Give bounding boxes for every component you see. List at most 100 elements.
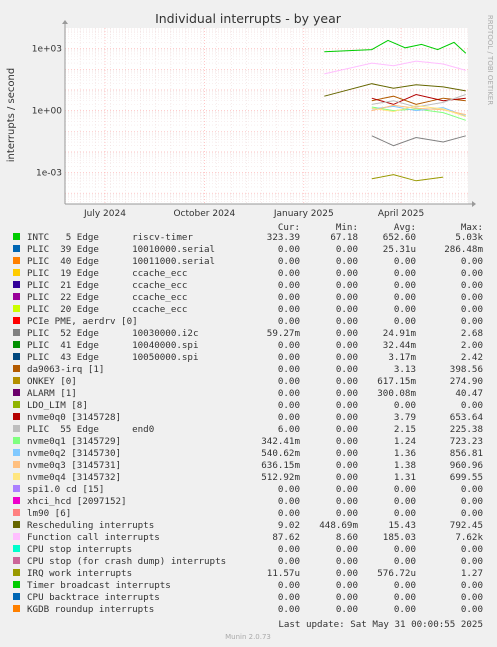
legend-swatch (13, 413, 20, 420)
x-tick-label: April 2025 (378, 209, 424, 219)
legend-value-max: 0.00 (461, 400, 483, 411)
legend-value-max: 7.62k (455, 532, 483, 543)
legend-value-min: 0.00 (336, 448, 358, 459)
legend-value-max: 0.00 (461, 280, 483, 291)
legend-value-min: 0.00 (336, 472, 358, 483)
legend-value-avg: 0.00 (394, 256, 416, 267)
legend-swatch (13, 449, 20, 456)
legend-swatch (13, 485, 20, 492)
legend-swatch (13, 557, 20, 564)
legend-value-avg: 185.03 (383, 532, 416, 543)
legend-value-max: 398.56 (450, 364, 483, 375)
legend-label: LDO_LIM [8] (27, 400, 88, 411)
legend-value-cur: 0.00 (278, 280, 300, 291)
legend-value-cur: 342.41m (261, 436, 300, 447)
legend-label: CPU stop (for crash dump) interrupts (27, 556, 226, 567)
legend-value-cur: 0.00 (278, 400, 300, 411)
legend-value-min: 0.00 (336, 508, 358, 519)
legend-value-min: 0.00 (336, 568, 358, 579)
legend-swatch (13, 593, 20, 600)
legend-value-cur: 0.00 (278, 508, 300, 519)
legend-value-cur: 0.00 (278, 268, 300, 279)
legend-value-avg: 25.31u (383, 244, 416, 255)
legend-swatch (13, 401, 20, 408)
legend-value-avg: 1.24 (394, 436, 417, 447)
legend-value-min: 448.69m (319, 520, 358, 531)
x-tick-label: January 2025 (273, 209, 334, 219)
legend-swatch (13, 341, 20, 348)
rrdtool-side-label: RRDTOOL / TOBI OETIKER (486, 15, 494, 105)
legend-swatch (13, 509, 20, 516)
legend-value-avg: 3.79 (394, 412, 416, 423)
legend-swatch (13, 377, 20, 384)
legend-value-avg: 0.00 (394, 592, 416, 603)
legend-value-min: 0.00 (336, 268, 358, 279)
legend-label: PLIC 22 Edge ccache_ecc (27, 292, 187, 303)
legend-label: PLIC 21 Edge ccache_ecc (27, 280, 187, 291)
legend-swatch (13, 329, 20, 336)
legend-swatch (13, 305, 20, 312)
legend-value-avg: 652.60 (383, 232, 416, 243)
legend-swatch (13, 521, 20, 528)
legend-value-min: 0.00 (336, 544, 358, 555)
legend-value-cur: 9.02 (278, 520, 300, 531)
legend-swatch (13, 569, 20, 576)
legend-value-avg: 1.38 (394, 460, 416, 471)
legend-value-max: 225.38 (450, 424, 483, 435)
legend-label: nvme0q1 [3145729] (27, 436, 121, 447)
legend-value-cur: 0.00 (278, 412, 300, 423)
legend-value-min: 0.00 (336, 592, 358, 603)
legend-swatch (13, 353, 20, 360)
legend-value-max: 2.68 (461, 328, 483, 339)
legend-swatch (13, 293, 20, 300)
legend-value-min: 0.00 (336, 484, 358, 495)
legend-value-max: 286.48m (444, 244, 483, 255)
x-tick-label: July 2024 (83, 209, 126, 219)
legend-value-min: 0.00 (336, 244, 358, 255)
legend-value-avg: 0.00 (394, 580, 416, 591)
legend-value-cur: 0.00 (278, 316, 300, 327)
y-tick-label: 1e-03 (36, 169, 62, 179)
legend-value-min: 0.00 (336, 604, 358, 615)
chart-title: Individual interrupts - by year (155, 11, 342, 26)
legend-value-cur: 0.00 (278, 496, 300, 507)
last-update-text: Last update: Sat May 31 00:00:55 2025 (278, 619, 483, 630)
legend-swatch (13, 581, 20, 588)
legend-value-max: 0.00 (461, 256, 483, 267)
legend-swatch (13, 545, 20, 552)
legend-value-avg: 0.00 (394, 400, 416, 411)
legend-value-avg: 0.00 (394, 316, 416, 327)
legend-value-max: 40.47 (455, 388, 483, 399)
legend-value-cur: 0.00 (278, 256, 300, 267)
legend-value-min: 0.00 (336, 328, 358, 339)
legend-value-max: 0.00 (461, 604, 483, 615)
x-tick-label: October 2024 (173, 209, 235, 219)
legend-value-min: 0.00 (336, 556, 358, 567)
legend-label: KGDB roundup interrupts (27, 604, 154, 615)
legend-swatch (13, 233, 20, 240)
legend-value-cur: 0.00 (278, 544, 300, 555)
legend-value-cur: 6.00 (278, 424, 300, 435)
legend-value-max: 723.23 (450, 436, 483, 447)
legend-value-cur: 323.39 (267, 232, 300, 243)
legend-value-avg: 3.17m (388, 352, 416, 363)
legend-label: da9063-irq [1] (27, 364, 104, 375)
legend-label: nvme0q4 [3145732] (27, 472, 121, 483)
legend-value-avg: 576.72u (377, 568, 416, 579)
legend-value-avg: 0.00 (394, 280, 416, 291)
legend-value-cur: 540.62m (261, 448, 300, 459)
legend-label: nvme0q0 [3145728] (27, 412, 121, 423)
legend-value-min: 0.00 (336, 460, 358, 471)
legend-label: PLIC 19 Edge ccache_ecc (27, 268, 187, 279)
legend-value-avg: 0.00 (394, 304, 416, 315)
legend-label: PLIC 40 Edge 10011000.serial (27, 256, 215, 267)
legend-value-max: 699.55 (450, 472, 483, 483)
legend-value-min: 67.18 (330, 232, 358, 243)
legend-value-avg: 0.00 (394, 508, 416, 519)
legend-swatch (13, 473, 20, 480)
legend-value-avg: 3.13 (394, 364, 416, 375)
legend-value-max: 2.00 (461, 340, 483, 351)
legend-label: IRQ work interrupts (27, 568, 132, 579)
legend-value-avg: 15.43 (388, 520, 416, 531)
legend-value-min: 0.00 (336, 364, 358, 375)
